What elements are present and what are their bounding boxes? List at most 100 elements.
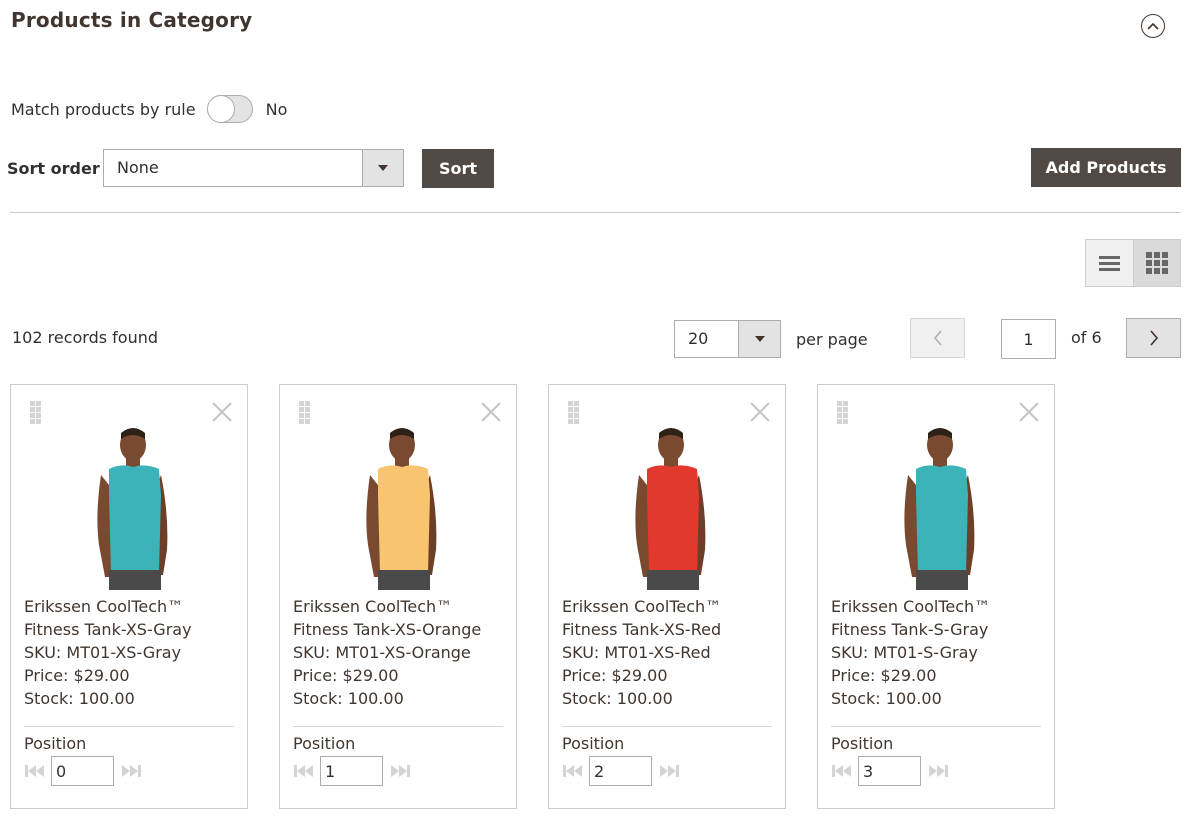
caret-down-icon (754, 336, 765, 342)
product-sku: SKU: MT01-XS-Orange (293, 643, 471, 662)
per-page-value: 20 (688, 329, 709, 348)
divider (10, 212, 1181, 213)
position-label: Position (24, 734, 87, 753)
move-to-last-icon[interactable] (927, 764, 949, 778)
add-products-button[interactable]: Add Products (1031, 148, 1181, 187)
per-page-select[interactable]: 20 (674, 320, 781, 358)
total-pages-label: of 6 (1071, 328, 1102, 347)
product-sku: SKU: MT01-S-Gray (831, 643, 978, 662)
product-info: Erikssen CoolTech™ Fitness Tank-XS-Red S… (562, 595, 721, 710)
product-image (97, 428, 168, 590)
product-image (366, 428, 437, 590)
product-price: Price: $29.00 (24, 666, 130, 685)
toggle-state-label: No (265, 99, 288, 119)
remove-product-icon[interactable] (211, 401, 233, 423)
toggle-knob (206, 95, 235, 123)
product-card[interactable]: Erikssen CoolTech™ Fitness Tank-S-Gray S… (817, 384, 1055, 809)
sort-order-value: None (117, 158, 159, 177)
product-name-line1: Erikssen CoolTech™ (831, 597, 991, 616)
product-sku: SKU: MT01-XS-Gray (24, 643, 182, 662)
product-name-line1: Erikssen CoolTech™ (293, 597, 453, 616)
section-title: Products in Category (11, 8, 253, 32)
view-mode-switcher (1085, 239, 1181, 287)
product-name-line2: Fitness Tank-XS-Orange (293, 620, 482, 639)
product-image (904, 428, 975, 590)
product-grid: Erikssen CoolTech™ Fitness Tank-XS-Gray … (10, 384, 1055, 809)
card-divider (293, 726, 503, 727)
product-name-line2: Fitness Tank-S-Gray (831, 620, 989, 639)
remove-product-icon[interactable] (1018, 401, 1040, 423)
card-divider (562, 726, 772, 727)
product-stock: Stock: 100.00 (562, 689, 673, 708)
move-to-last-icon[interactable] (658, 764, 680, 778)
drag-handle-icon[interactable] (299, 401, 310, 424)
move-to-first-icon[interactable] (24, 764, 46, 778)
position-label: Position (562, 734, 625, 753)
move-to-first-icon[interactable] (831, 764, 853, 778)
sort-button[interactable]: Sort (422, 148, 494, 188)
next-page-button[interactable] (1126, 318, 1181, 358)
move-to-last-icon[interactable] (120, 764, 142, 778)
product-info: Erikssen CoolTech™ Fitness Tank-XS-Gray … (24, 595, 192, 710)
position-label: Position (293, 734, 356, 753)
product-price: Price: $29.00 (831, 666, 937, 685)
position-input[interactable] (589, 756, 652, 786)
sort-order-select[interactable]: None (103, 149, 404, 187)
grid-icon (1145, 252, 1168, 274)
grid-view-button[interactable] (1133, 240, 1180, 286)
previous-page-button[interactable] (910, 318, 965, 358)
per-page-label: per page (796, 329, 868, 349)
select-arrow (362, 150, 403, 186)
list-icon (1098, 253, 1120, 274)
sort-order-row: Sort order None Sort (7, 148, 494, 188)
match-products-label: Match products by rule (11, 99, 196, 119)
match-products-by-rule-row: Match products by rule No (11, 95, 287, 123)
product-info: Erikssen CoolTech™ Fitness Tank-S-Gray S… (831, 595, 990, 710)
position-control (24, 756, 142, 786)
position-control (293, 756, 411, 786)
product-image (635, 428, 706, 590)
list-view-button[interactable] (1086, 240, 1134, 286)
chevron-left-icon (933, 330, 942, 346)
product-info: Erikssen CoolTech™ Fitness Tank-XS-Orang… (293, 595, 481, 710)
per-page-control: 20 per page (674, 320, 868, 358)
select-arrow (738, 321, 780, 357)
current-page-input[interactable] (1001, 319, 1056, 359)
collapse-section-button[interactable] (1141, 14, 1165, 38)
position-input[interactable] (51, 756, 114, 786)
caret-down-icon (378, 165, 388, 171)
chevron-up-icon (1147, 22, 1159, 30)
product-name-line1: Erikssen CoolTech™ (562, 597, 722, 616)
position-control (831, 756, 949, 786)
product-price: Price: $29.00 (293, 666, 399, 685)
card-divider (831, 726, 1041, 727)
product-name-line2: Fitness Tank-XS-Red (562, 620, 722, 639)
position-input[interactable] (858, 756, 921, 786)
product-card[interactable]: Erikssen CoolTech™ Fitness Tank-XS-Gray … (10, 384, 248, 809)
chevron-right-icon (1149, 330, 1158, 346)
drag-handle-icon[interactable] (568, 401, 579, 424)
product-name-line1: Erikssen CoolTech™ (24, 597, 184, 616)
position-input[interactable] (320, 756, 383, 786)
move-to-first-icon[interactable] (293, 764, 315, 778)
drag-handle-icon[interactable] (30, 401, 41, 424)
position-label: Position (831, 734, 894, 753)
move-to-last-icon[interactable] (389, 764, 411, 778)
records-found: 102 records found (12, 328, 159, 347)
sort-order-label: Sort order (7, 158, 100, 178)
product-stock: Stock: 100.00 (293, 689, 404, 708)
product-price: Price: $29.00 (562, 666, 668, 685)
product-name-line2: Fitness Tank-XS-Gray (24, 620, 192, 639)
product-stock: Stock: 100.00 (831, 689, 942, 708)
product-card[interactable]: Erikssen CoolTech™ Fitness Tank-XS-Red S… (548, 384, 786, 809)
card-divider (24, 726, 234, 727)
remove-product-icon[interactable] (749, 401, 771, 423)
product-card[interactable]: Erikssen CoolTech™ Fitness Tank-XS-Orang… (279, 384, 517, 809)
move-to-first-icon[interactable] (562, 764, 584, 778)
remove-product-icon[interactable] (480, 401, 502, 423)
product-sku: SKU: MT01-XS-Red (562, 643, 711, 662)
match-products-toggle[interactable] (206, 95, 253, 123)
position-control (562, 756, 680, 786)
product-stock: Stock: 100.00 (24, 689, 135, 708)
drag-handle-icon[interactable] (837, 401, 848, 424)
